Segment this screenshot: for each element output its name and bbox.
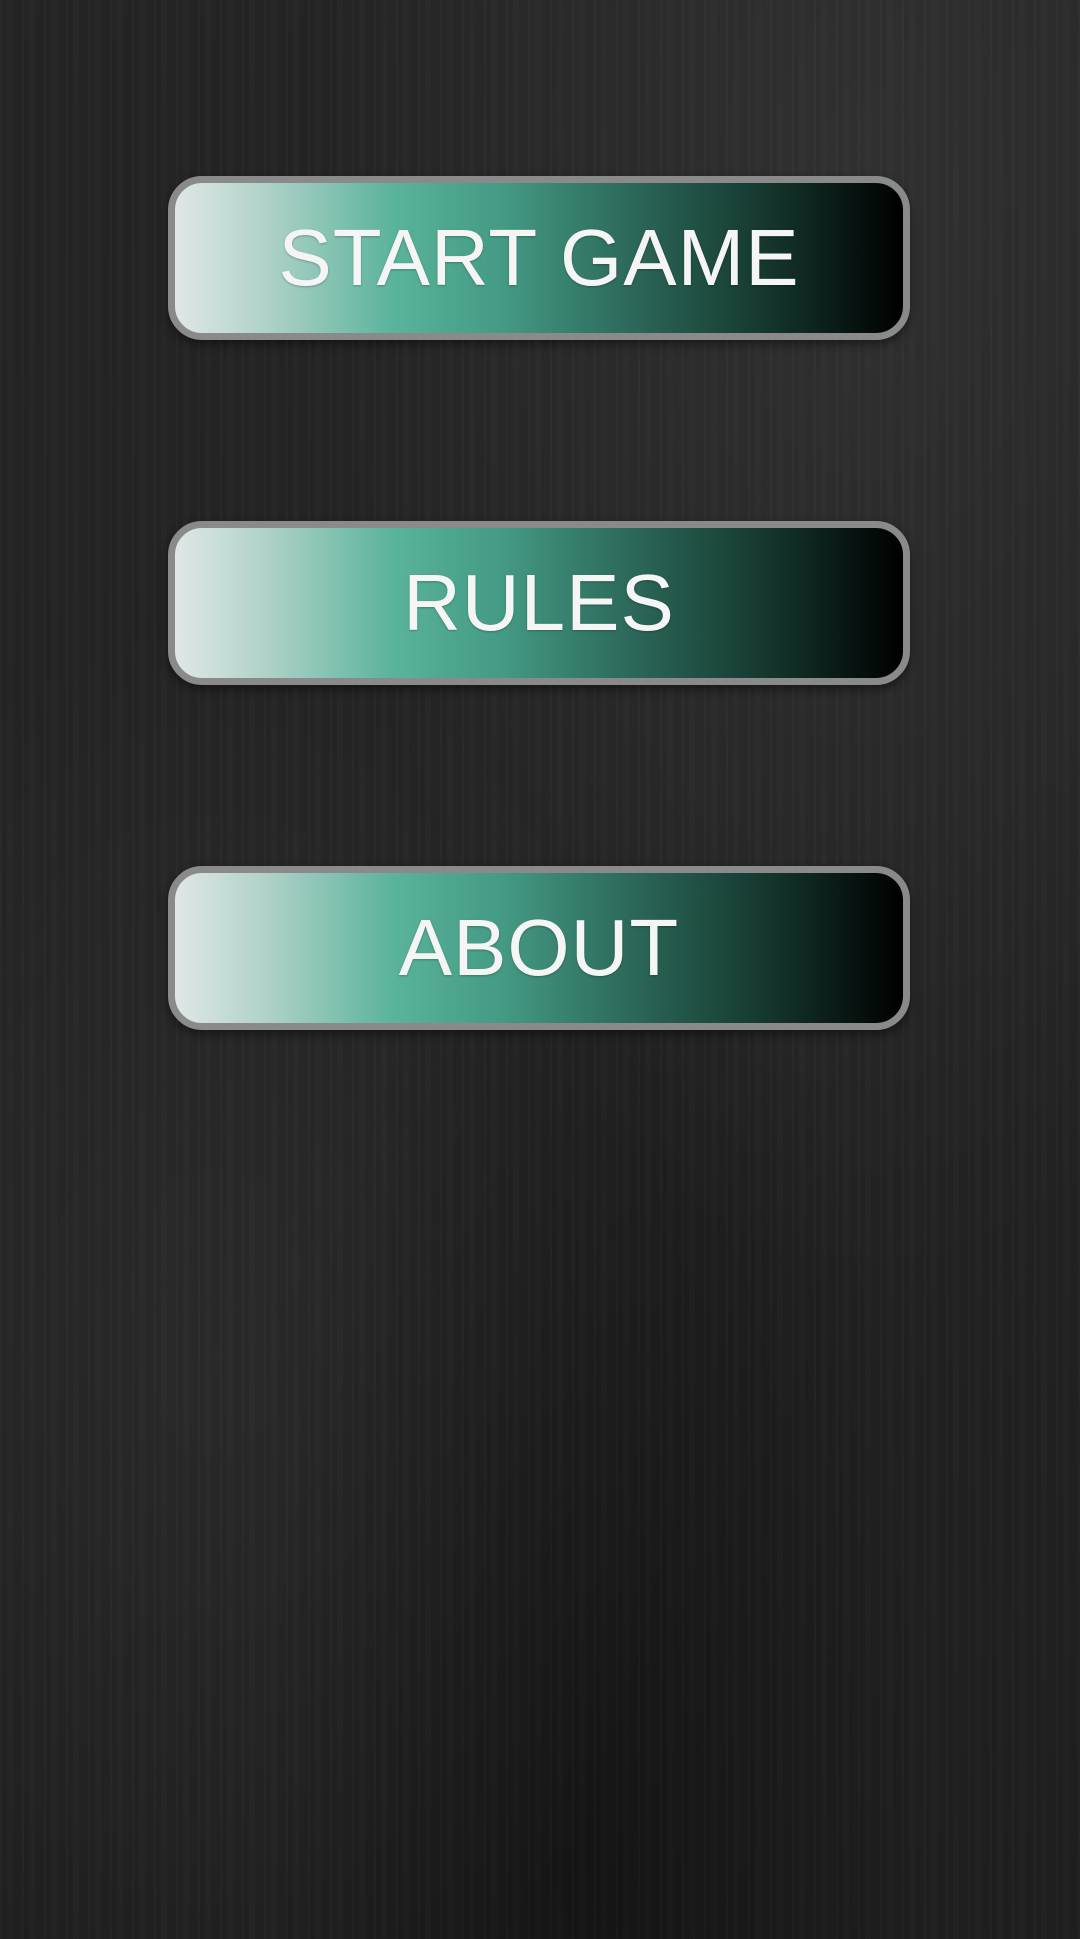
rules-button[interactable]: RULES xyxy=(168,521,910,685)
start-game-button[interactable]: START GAME xyxy=(168,176,910,340)
about-button[interactable]: ABOUT xyxy=(168,866,910,1030)
rules-label: RULES xyxy=(403,558,675,647)
about-label: ABOUT xyxy=(398,903,680,992)
start-game-label: START GAME xyxy=(278,213,800,302)
main-menu: START GAME RULES ABOUT xyxy=(0,0,1080,1939)
